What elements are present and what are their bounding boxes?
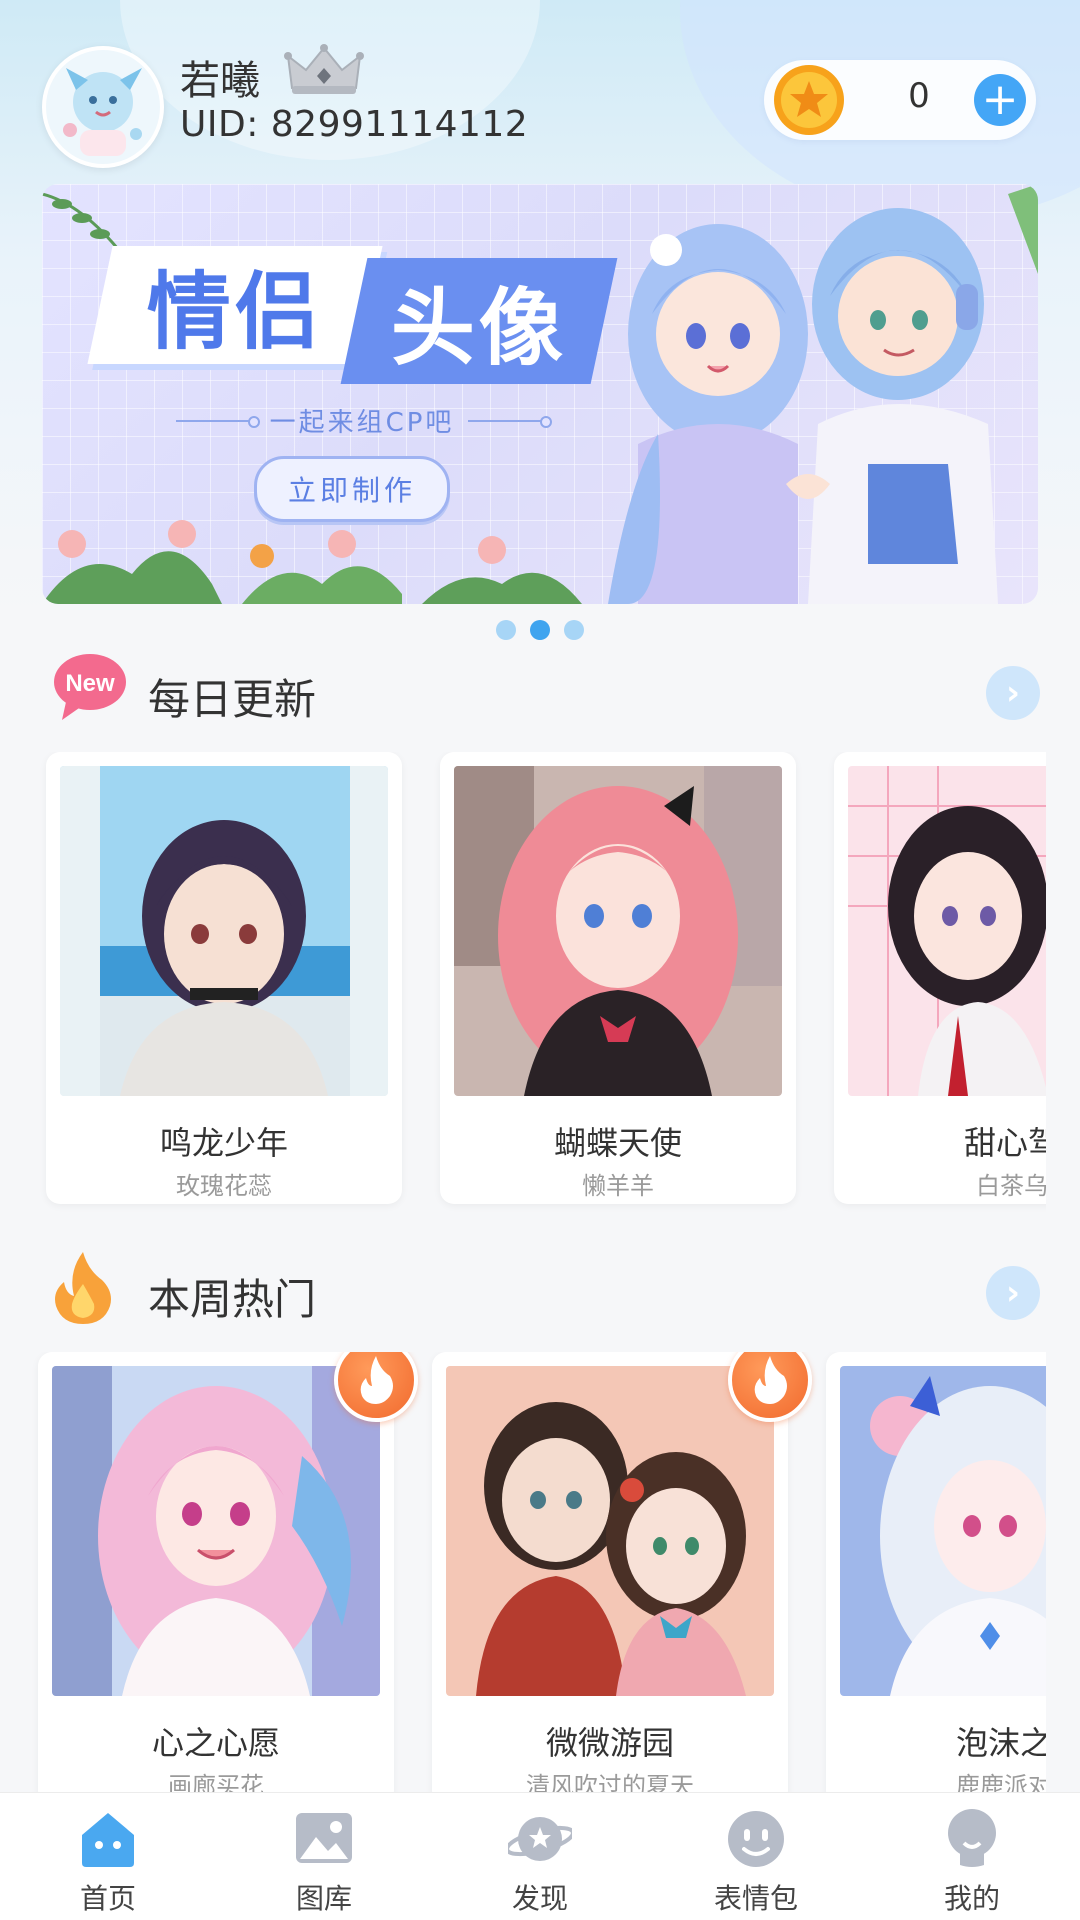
- hot-badge: [334, 1352, 418, 1422]
- card-title: 心之心愿: [151, 1724, 280, 1762]
- flame-icon: [754, 1356, 787, 1404]
- weekly-section-title: 本周热门: [148, 1275, 317, 1324]
- tab-label: 表情包: [713, 1882, 798, 1915]
- user-uid: UID: 82991114112: [180, 104, 529, 145]
- planet-icon: [508, 1817, 572, 1861]
- card-image: [52, 1366, 380, 1696]
- tab-stickers[interactable]: 表情包: [648, 1793, 864, 1920]
- tab-profile[interactable]: 我的: [864, 1793, 1080, 1920]
- avatar-card[interactable]: 微微游园 清风吹过的夏天: [432, 1352, 788, 1792]
- tab-label: 发现: [511, 1882, 568, 1915]
- smiley-icon: [728, 1811, 784, 1867]
- card-image: [848, 766, 1046, 1096]
- hot-badge: [728, 1352, 812, 1422]
- coin-count: 0: [908, 76, 930, 116]
- svg-text:New: New: [65, 670, 115, 697]
- pagination-dot-active[interactable]: [530, 620, 550, 640]
- coin-balance[interactable]: 0 +: [764, 60, 1036, 140]
- banner-illustration: [608, 184, 1038, 604]
- daily-section-title: 每日更新: [148, 675, 317, 724]
- profile-icon: [948, 1809, 996, 1867]
- flame-icon: [360, 1356, 393, 1404]
- coin-icon: [772, 63, 846, 137]
- avatar-card[interactable]: 心之心愿 画廊买花: [38, 1352, 394, 1792]
- banner-title-part1: 情侣: [87, 246, 383, 364]
- home-icon: [82, 1813, 134, 1867]
- card-image: [454, 766, 782, 1096]
- card-image: [840, 1366, 1046, 1696]
- card-title: 微微游园: [545, 1724, 674, 1762]
- card-author: 画廊买花: [168, 1772, 264, 1792]
- card-author: 清风吹过的夏天: [526, 1772, 694, 1792]
- avatar-card[interactable]: 蝴蝶天使 懒羊羊: [440, 752, 796, 1204]
- card-author: 懒羊羊: [582, 1172, 654, 1200]
- card-author: 白茶乌: [976, 1172, 1046, 1200]
- tab-discover[interactable]: 发现: [432, 1793, 648, 1920]
- bottom-tab-bar: 首页 图库 发现 表情包 我的: [0, 1792, 1080, 1920]
- tab-home[interactable]: 首页: [0, 1793, 216, 1920]
- avatar-card[interactable]: 鸣龙少年 玫瑰花蕊: [46, 752, 402, 1204]
- banner-pagination: [0, 620, 1080, 644]
- daily-section-header: New 每日更新 ›: [50, 652, 1040, 732]
- plus-icon: +: [981, 74, 1019, 125]
- card-author: 鹿鹿派对: [956, 1772, 1046, 1792]
- avatar-card[interactable]: 甜心驾 白茶乌: [834, 752, 1046, 1204]
- daily-list: 鸣龙少年 玫瑰花蕊 蝴蝶天使 懒羊羊 甜心驾 白茶乌: [0, 752, 1046, 1212]
- banner-cta-button[interactable]: 立即制作: [254, 456, 450, 522]
- weekly-section-header: 本周热门 ›: [50, 1252, 1040, 1332]
- card-title: 鸣龙少年: [159, 1124, 288, 1162]
- fire-icon: [50, 1250, 116, 1326]
- weekly-more-button[interactable]: ›: [986, 1266, 1040, 1320]
- tab-label: 我的: [943, 1882, 1000, 1915]
- tab-label: 首页: [79, 1882, 136, 1915]
- gallery-icon: [296, 1813, 352, 1863]
- tab-gallery[interactable]: 图库: [216, 1793, 432, 1920]
- card-title: 蝴蝶天使: [553, 1124, 682, 1162]
- add-coin-button[interactable]: +: [974, 74, 1026, 126]
- pagination-dot[interactable]: [564, 620, 584, 640]
- avatar-card[interactable]: 泡沫之 鹿鹿派对: [826, 1352, 1046, 1792]
- username: 若曦: [180, 58, 260, 104]
- crown-icon[interactable]: [284, 42, 364, 98]
- banner-subtitle: 一起来组CP吧: [162, 402, 562, 439]
- card-image: [446, 1366, 774, 1696]
- card-author: 玫瑰花蕊: [176, 1172, 272, 1200]
- promo-banner[interactable]: 情侣 头像 一起来组CP吧 立即制作: [42, 184, 1038, 604]
- card-image: [60, 766, 388, 1096]
- weekly-list: 心之心愿 画廊买花 微微游园 清风吹过的夏天 泡沫之 鹿鹿派对: [0, 1352, 1046, 1792]
- tab-label: 图库: [295, 1882, 352, 1915]
- banner-title-part2: 头像: [340, 258, 618, 384]
- pagination-dot[interactable]: [496, 620, 516, 640]
- home-screen: 若曦 UID: 82991114112 0 + 情侣 头像 一起来组CP吧 立即…: [0, 0, 1080, 1920]
- daily-more-button[interactable]: ›: [986, 666, 1040, 720]
- card-title: 泡沫之: [955, 1724, 1046, 1762]
- chevron-right-icon: ›: [1005, 1273, 1020, 1313]
- card-title: 甜心驾: [963, 1124, 1046, 1162]
- user-avatar[interactable]: [42, 46, 164, 168]
- new-badge-icon: New: [52, 652, 128, 722]
- chevron-right-icon: ›: [1005, 673, 1020, 713]
